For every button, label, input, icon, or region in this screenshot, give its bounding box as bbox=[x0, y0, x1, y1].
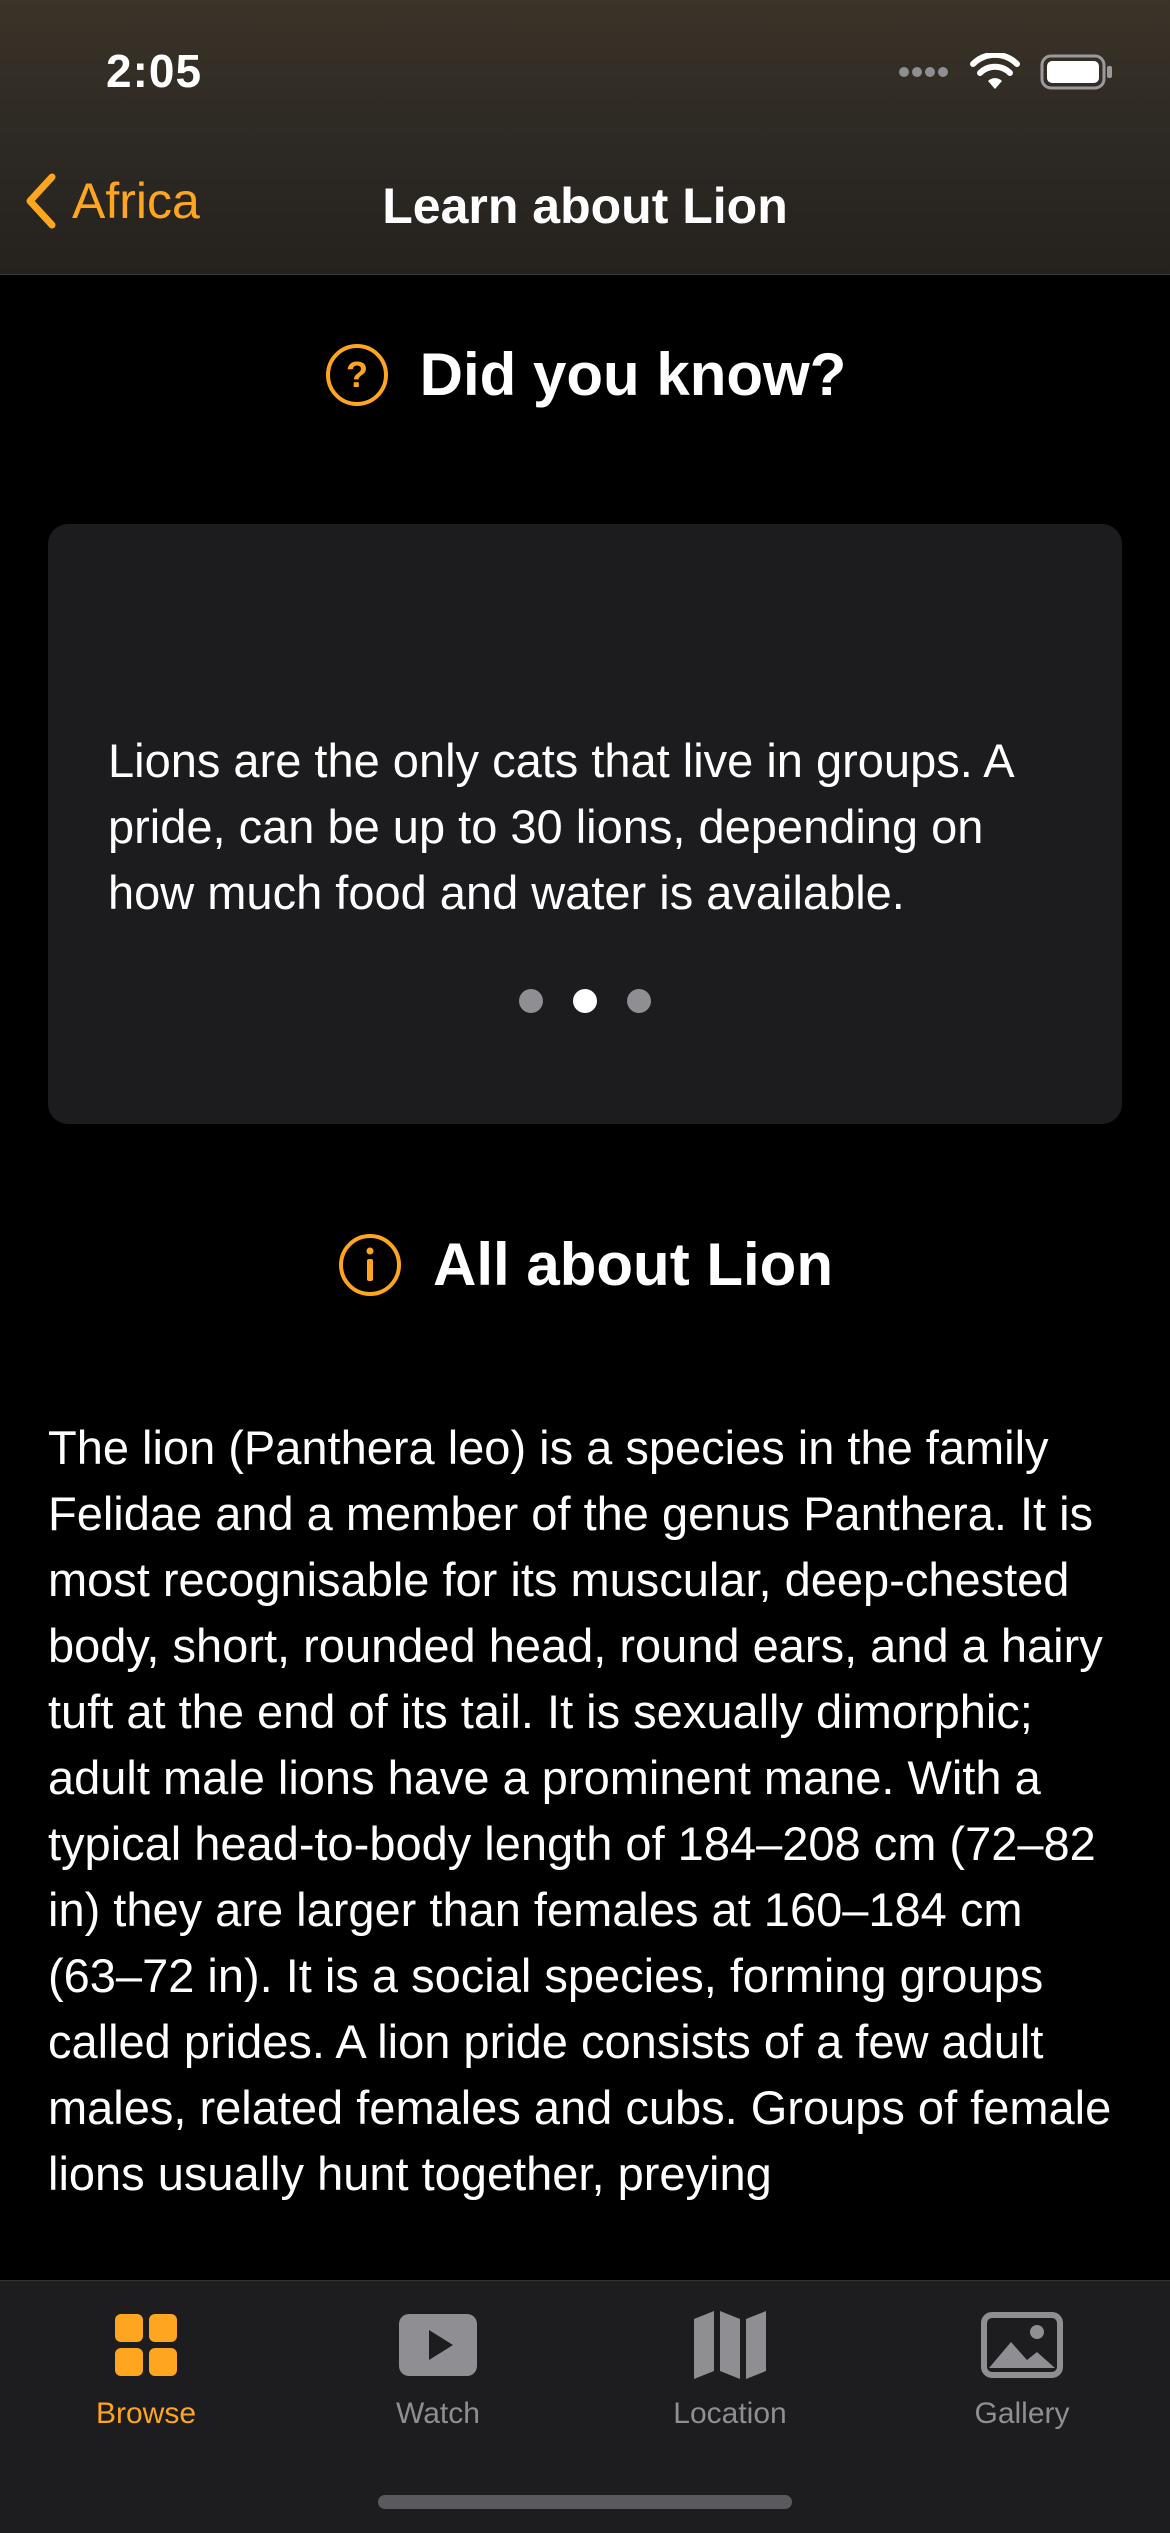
tab-bar: Browse Watch Location Gallery bbox=[0, 2280, 1170, 2533]
status-time: 2:05 bbox=[106, 45, 203, 97]
page-dot-3[interactable] bbox=[627, 989, 651, 1013]
did-you-know-heading: Did you know? bbox=[419, 341, 847, 408]
wifi-icon bbox=[970, 53, 1020, 89]
all-about-header: All about Lion bbox=[0, 1230, 1170, 1299]
tab-gallery[interactable]: Gallery bbox=[876, 2305, 1168, 2431]
svg-text:?: ? bbox=[346, 354, 368, 395]
page-dot-1[interactable] bbox=[519, 989, 543, 1013]
play-icon bbox=[399, 2314, 477, 2376]
navigation-bar: 2:05 Africa Learn about Lion bbox=[0, 0, 1170, 275]
did-you-know-header: ? Did you know? bbox=[0, 340, 1170, 409]
page-title: Learn about Lion bbox=[382, 178, 788, 234]
status-icons bbox=[898, 52, 1114, 92]
page-dot-2[interactable] bbox=[573, 989, 597, 1013]
tab-watch-label: Watch bbox=[396, 2397, 480, 2430]
tab-browse[interactable]: Browse bbox=[0, 2305, 292, 2431]
home-indicator[interactable] bbox=[378, 2495, 792, 2509]
fact-text: Lions are the only cats that live in gro… bbox=[108, 734, 1012, 919]
cellular-signal-icon bbox=[899, 67, 948, 77]
tab-gallery-label: Gallery bbox=[974, 2397, 1070, 2430]
tab-watch[interactable]: Watch bbox=[292, 2305, 584, 2431]
tab-location-label: Location bbox=[673, 2397, 787, 2430]
fact-carousel-card[interactable]: Lions are the only cats that live in gro… bbox=[48, 524, 1122, 1124]
tab-browse-label: Browse bbox=[95, 2397, 197, 2430]
page-indicator[interactable] bbox=[48, 989, 1122, 1013]
question-circle-icon: ? bbox=[325, 343, 388, 406]
all-about-heading: All about Lion bbox=[433, 1231, 833, 1298]
photo-icon bbox=[981, 2312, 1063, 2378]
battery-icon bbox=[1040, 54, 1112, 90]
tab-location[interactable]: Location bbox=[584, 2305, 876, 2431]
about-description: The lion (Panthera leo) is a species in … bbox=[48, 1421, 1112, 2200]
map-icon bbox=[694, 2311, 766, 2379]
grid-icon bbox=[115, 2314, 177, 2376]
info-circle-icon bbox=[339, 1233, 402, 1296]
